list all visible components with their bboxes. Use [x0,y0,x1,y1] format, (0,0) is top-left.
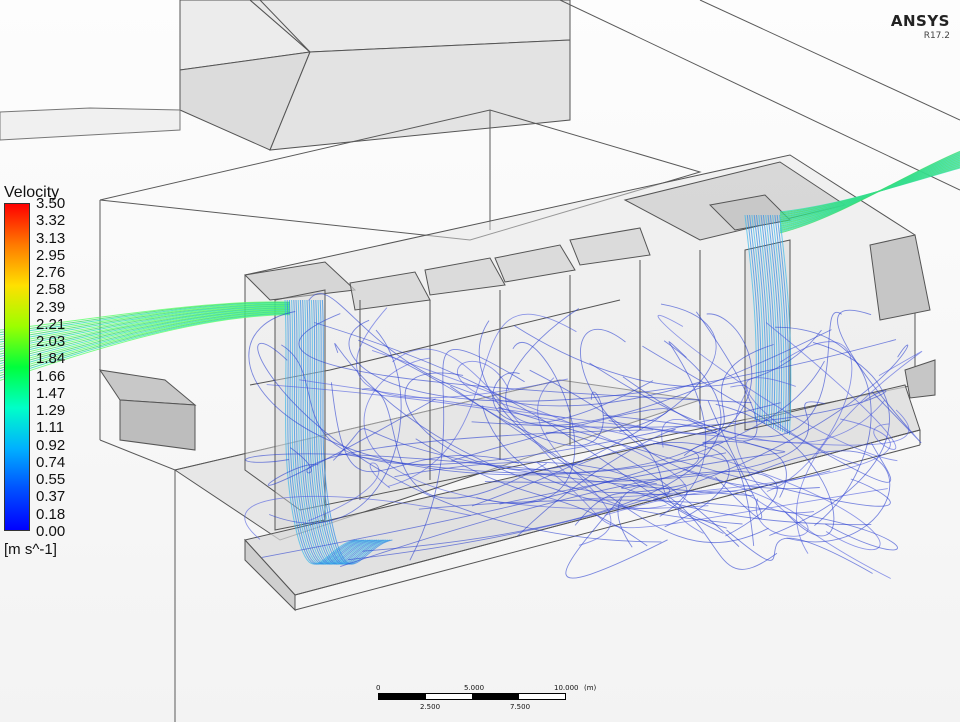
ansys-logo: ANSYS R17.2 [872,12,950,41]
legend-tick: 2.39 [36,298,66,316]
legend-tick: 0.00 [36,523,66,540]
legend-tick: 2.21 [36,315,66,333]
scale-seg-2 [425,694,472,699]
legend-tick: 0.18 [36,505,66,523]
legend-tick: 1.84 [36,350,66,368]
legend-tick: 3.32 [36,212,66,230]
version-text: R17.2 [923,31,950,41]
scale-label-top-2: 10.000 [554,684,579,692]
legend-tick: 1.11 [36,419,65,437]
scale-label-bottom-0: 2.500 [420,703,441,711]
scale-segments [378,693,566,700]
brand-text: ANSYS [890,12,950,30]
legend-tick: 0.74 [36,453,66,471]
legend-color-bar [4,203,30,531]
cfd-scene [0,0,960,722]
legend-tick: 0.37 [36,488,66,506]
legend-tick: 1.47 [36,384,66,402]
3d-viewport[interactable]: ANSYS R17.2 Velocity 3.50 3.32 3.13 2.95 2.7… [0,0,960,722]
legend-tick: 3.13 [36,229,66,247]
neighbour-building [0,0,571,151]
scale-bar: 0 5.000 10.000 (m) 2.500 7.500 [372,682,612,714]
scale-unit: (m) [584,684,597,692]
legend-tick: 2.03 [36,333,66,351]
scale-label-bottom-1: 7.500 [510,703,531,711]
legend-tick: 3.50 [36,195,66,212]
legend-tick: 1.66 [36,367,66,385]
scale-label-top-1: 5.000 [464,684,485,692]
legend-tick: 1.29 [36,402,66,420]
legend-tick: 2.95 [36,246,66,264]
legend-tick-labels: 3.50 3.32 3.13 2.95 2.76 2.58 2.39 2.21 2.03 1.84… [36,196,86,539]
scale-seg-4 [518,694,565,699]
legend-tick: 0.55 [36,471,66,489]
scale-label-top-0: 0 [376,684,381,692]
legend-tick: 2.58 [36,281,66,299]
legend-tick: 0.92 [36,436,66,454]
scale-seg-3 [472,694,519,699]
legend-units: [m s^-1] [4,541,57,558]
velocity-legend[interactable]: Velocity 3.50 3.32 3.13 2.95 2.76 2.58 2.39 2.2… [4,184,86,558]
scale-seg-1 [379,694,426,699]
legend-tick: 2.76 [36,264,66,282]
